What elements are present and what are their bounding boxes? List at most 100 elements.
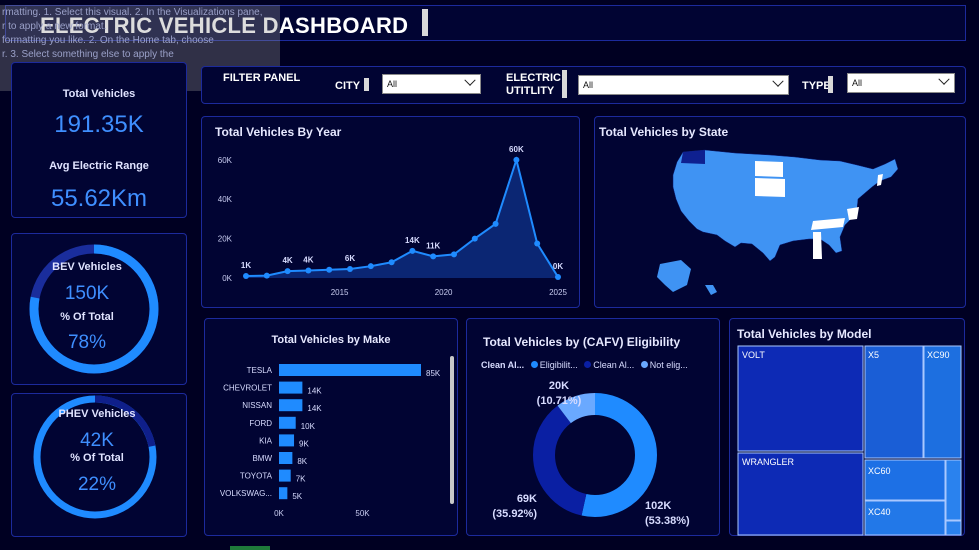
treemap-xc90-rect <box>923 345 962 459</box>
make-chart-panel: Total Vehicles by Make TESLA 85K CHEVROLET… <box>204 318 458 536</box>
year-point <box>513 156 520 163</box>
cafv-value-label: 20K <box>549 380 569 392</box>
make-category-label: BMW <box>252 454 272 463</box>
alaska-shape <box>657 260 691 292</box>
year-y-tick: 20K <box>218 235 233 244</box>
us-map[interactable] <box>595 117 967 309</box>
kpi-panel: Total Vehicles 191.35K Avg Electric Rang… <box>11 62 187 218</box>
cafv-pct-label: (53.38%) <box>645 515 690 527</box>
treemap-label-wrangler: WRANGLER <box>742 457 795 467</box>
make-value-label: 14K <box>307 387 322 396</box>
model-chart-panel: Total Vehicles by Model VOLT WRANGLER X5… <box>729 318 965 536</box>
make-bar <box>279 399 303 412</box>
treemap-label-xc90: XC90 <box>927 350 950 360</box>
year-data-label: 0K <box>553 262 563 271</box>
utility-dropdown[interactable]: All <box>578 75 789 95</box>
year-point <box>263 272 270 279</box>
make-x-tick: 0K <box>274 509 284 518</box>
make-category-label: TOYOTA <box>240 472 273 481</box>
cafv-pct-label: (10.71%) <box>537 395 582 407</box>
utility-filter-label: ELECTRIC UTITLITY <box>506 72 561 97</box>
phev-label: PHEV Vehicles <box>58 408 136 420</box>
title-cursor-bar <box>422 9 428 36</box>
treemap-label-x5: X5 <box>868 350 880 360</box>
make-value-label: 85K <box>426 369 441 378</box>
year-point <box>451 251 457 258</box>
make-bar <box>279 452 293 464</box>
make-value-label: 14K <box>307 404 322 413</box>
city-filter-label: CITY <box>335 80 361 92</box>
make-category-label: CHEVROLET <box>223 384 272 393</box>
cafv-value-label: 102K <box>645 500 671 512</box>
total-vehicles-label: Total Vehicles <box>62 88 136 100</box>
us-mainland-shape <box>672 149 899 262</box>
treemap-item-volt[interactable] <box>737 345 864 452</box>
type-label-bar <box>828 76 833 93</box>
treemap-label-xc40: XC40 <box>868 507 891 517</box>
avg-range-value: 55.62Km <box>50 185 148 212</box>
cafv-chart-panel: Total Vehicles by (CAFV) Eligibility Cle… <box>466 318 720 536</box>
type-filter-label: TYPE <box>802 80 831 92</box>
treemap-volt-rect <box>737 345 864 452</box>
treemap-item-x5[interactable] <box>864 345 924 459</box>
type-dropdown[interactable]: All <box>847 73 955 93</box>
year-chart: 0K 20K 40K 60K 2015 2020 2025 1K 4K 4K 6K 14K 11K 60K… <box>218 145 568 297</box>
chevron-down-icon <box>772 75 784 87</box>
year-point <box>471 235 478 242</box>
make-value-label: 7K <box>296 475 306 484</box>
year-point <box>430 253 437 260</box>
make-bar <box>279 469 291 482</box>
year-point <box>534 240 541 247</box>
cafv-value-label: 69K <box>517 493 537 505</box>
treemap-label-volt: VOLT <box>742 350 765 360</box>
year-point <box>555 274 561 281</box>
bev-panel: BEV Vehicles 150K % Of Total 78% <box>11 233 187 385</box>
year-point <box>284 268 291 275</box>
bev-pct-label: % Of Total <box>60 311 114 323</box>
treemap-other-rect-b[interactable] <box>945 520 962 536</box>
filter-panel-label: FILTER PANEL <box>223 72 301 84</box>
year-data-label: 4K <box>282 256 292 265</box>
make-scrollbar[interactable] <box>450 356 454 504</box>
city-dropdown-value: All <box>387 79 398 89</box>
make-bar <box>279 381 303 394</box>
year-point <box>305 267 312 274</box>
cafv-donut: 102K (53.38%) 69K (35.92%) 20K (10.71%) <box>492 380 690 527</box>
phev-value: 42K <box>80 430 114 451</box>
make-value-label: 10K <box>301 422 316 431</box>
make-value-label: 9K <box>299 439 309 448</box>
year-data-label: 1K <box>241 261 251 270</box>
phev-pct-value: 22% <box>77 474 117 495</box>
treemap-other-rect-a[interactable] <box>945 459 962 521</box>
city-label-bar <box>364 78 369 91</box>
year-point <box>326 266 333 273</box>
treemap-item-xc90[interactable] <box>923 345 962 459</box>
chevron-down-icon <box>464 74 476 86</box>
year-x-tick: 2025 <box>549 288 567 297</box>
type-dropdown-value: All <box>852 78 863 88</box>
washington-state <box>681 150 705 164</box>
treemap-label-xc60: XC60 <box>868 466 891 476</box>
year-data-label: 60K <box>509 145 524 154</box>
make-category-label: KIA <box>259 436 273 445</box>
make-category-label: TESLA <box>247 366 273 375</box>
year-point <box>388 259 395 266</box>
year-point <box>367 263 374 270</box>
utility-label-bar <box>562 70 567 98</box>
make-bar <box>279 434 295 447</box>
make-chart: TESLA 85K CHEVROLET 14K NISSAN 14K FORD 10K KIA 9… <box>220 364 441 518</box>
year-chart-panel: Total Vehicles By Year 0K 20K 40K 60K 2015 20… <box>201 116 580 308</box>
south-dakota-state <box>755 178 785 197</box>
cafv-pct-label: (35.92%) <box>492 508 537 520</box>
year-x-tick: 2015 <box>331 288 349 297</box>
year-data-label: 11K <box>426 241 440 250</box>
year-x-tick: 2020 <box>435 288 453 297</box>
make-bar <box>279 416 296 429</box>
phev-pct-label: % Of Total <box>70 452 124 464</box>
city-dropdown[interactable]: All <box>382 74 481 94</box>
bev-value: 150K <box>64 283 110 304</box>
year-data-label: 14K <box>405 236 420 245</box>
phev-panel: PHEV Vehicles 42K % Of Total 22% <box>11 393 187 537</box>
bev-ring <box>29 244 159 374</box>
year-data-label: 6K <box>345 254 355 263</box>
